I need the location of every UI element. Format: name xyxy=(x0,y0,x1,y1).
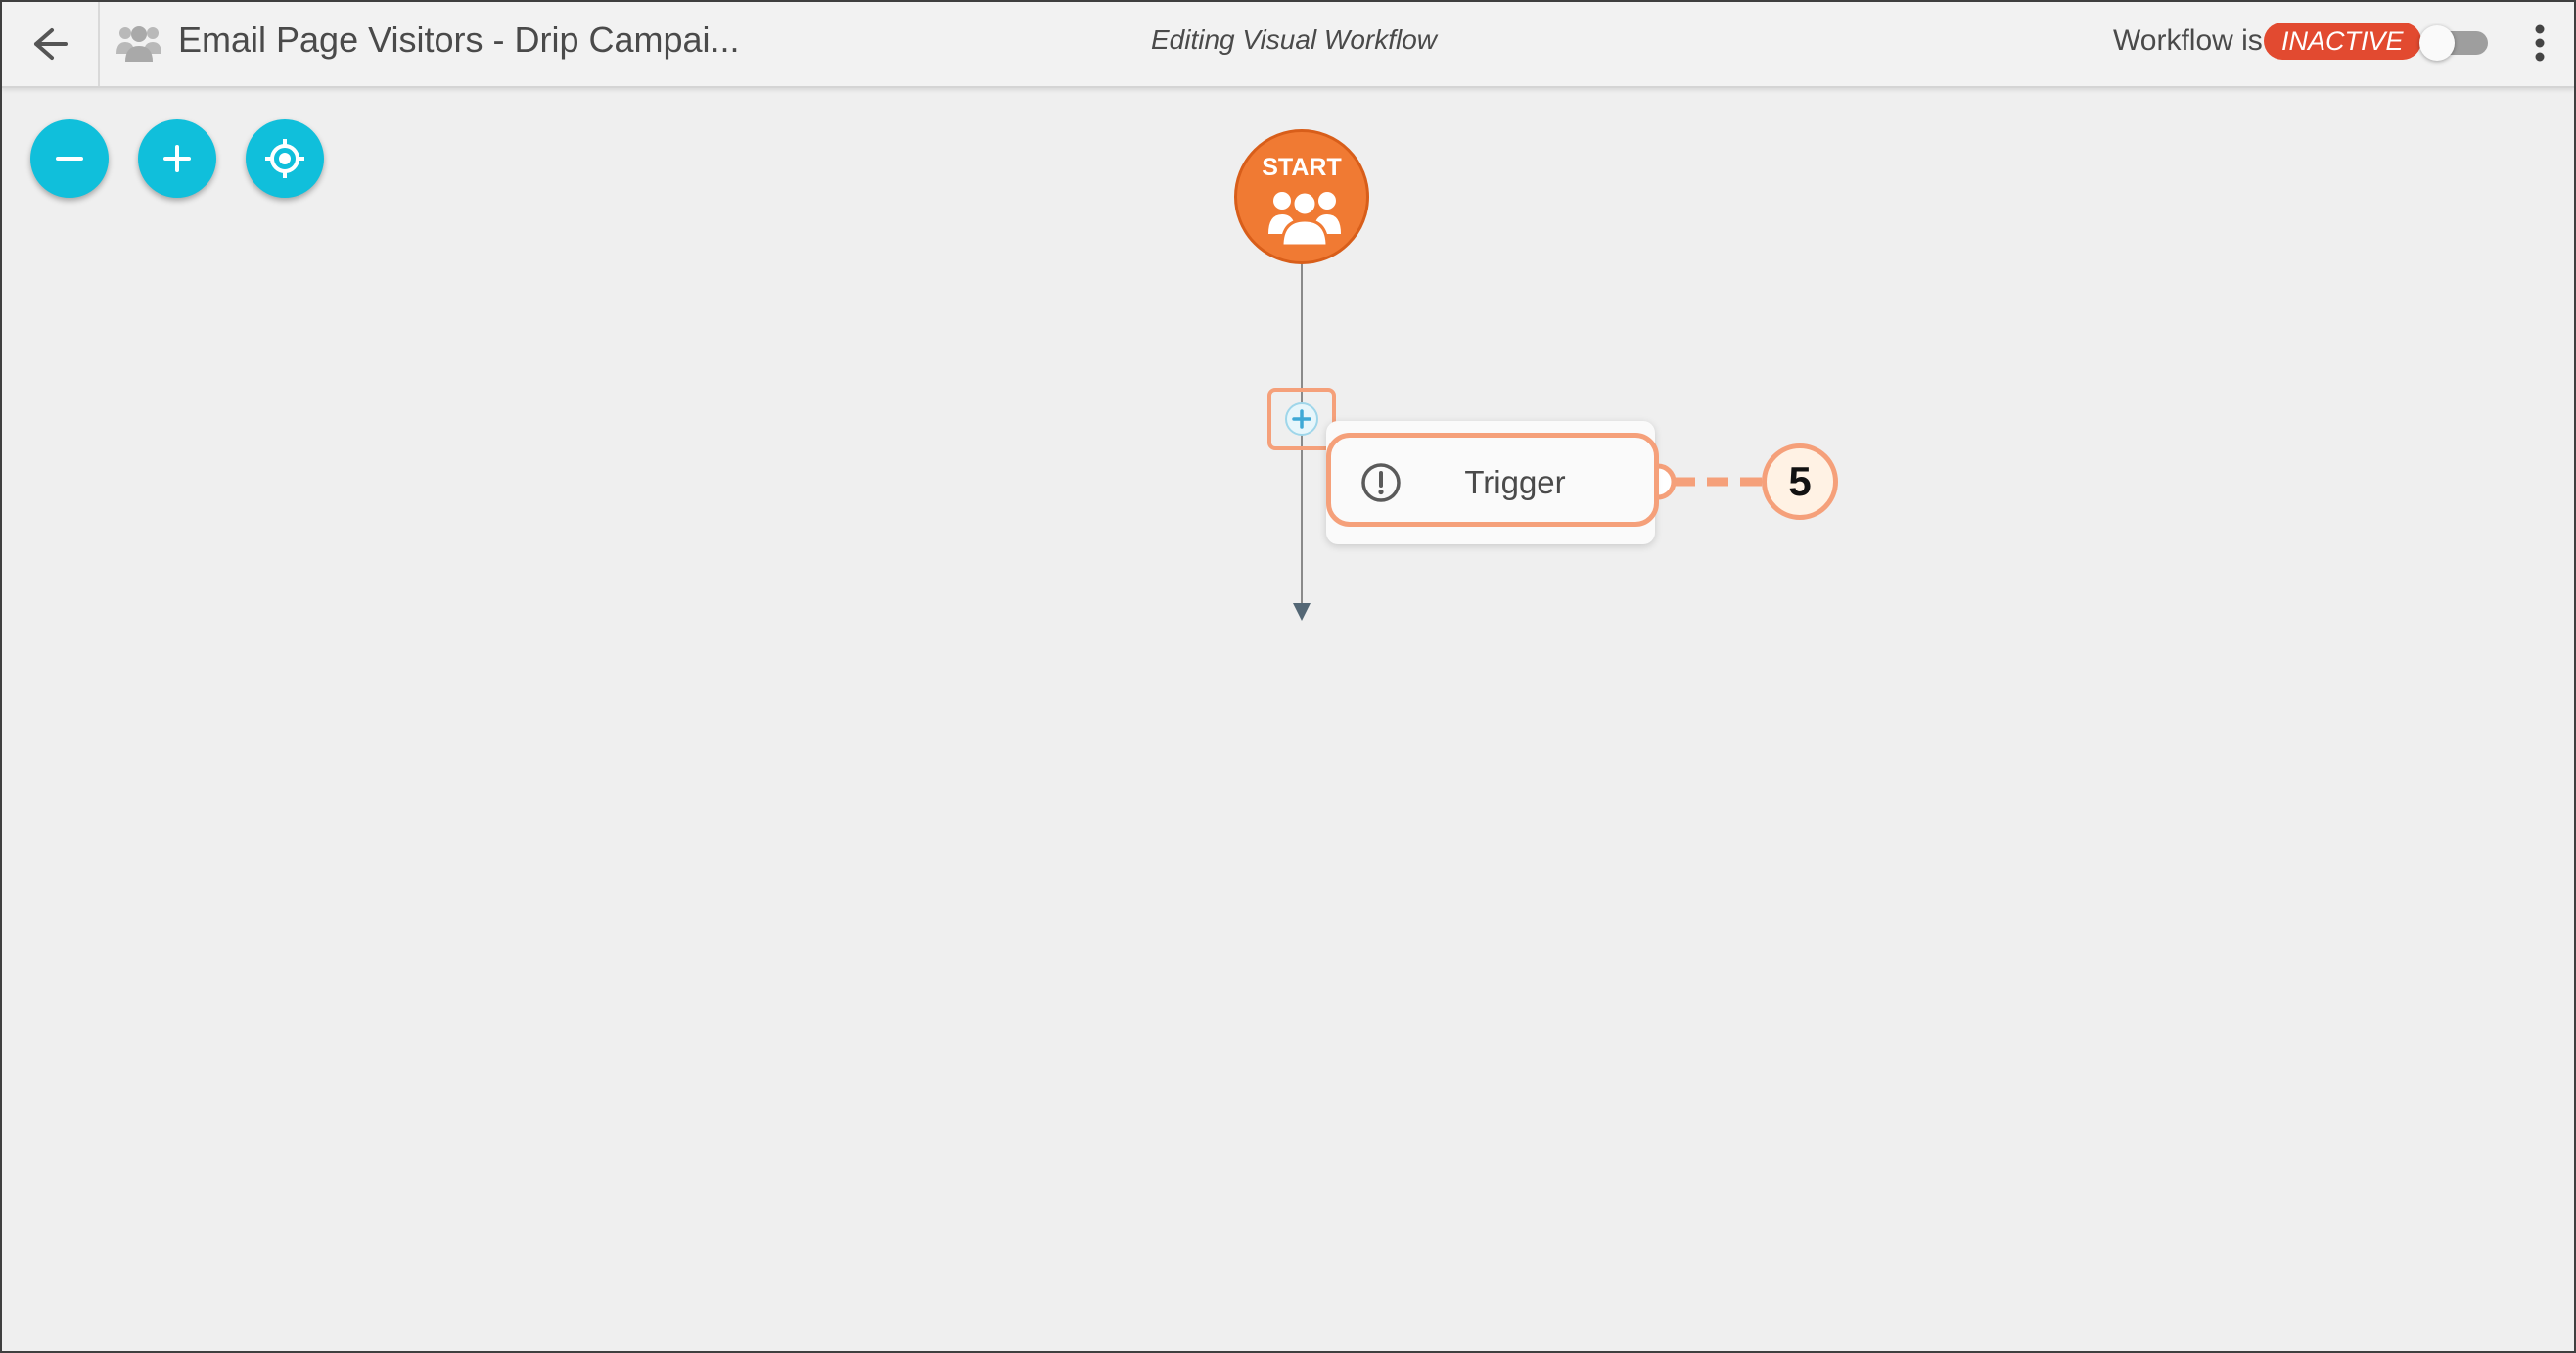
start-node[interactable]: START xyxy=(1234,129,1369,264)
plus-icon xyxy=(1292,409,1311,429)
editing-mode-label: Editing Visual Workflow xyxy=(1150,24,1438,55)
status-badge: INACTIVE xyxy=(2264,23,2421,60)
toggle-knob xyxy=(2419,25,2455,61)
workflow-editor: Email Page Visitors - Drip Campai... Edi… xyxy=(0,0,2576,1353)
users-group-icon xyxy=(116,26,161,62)
step-callout-badge: 5 xyxy=(1762,443,1838,520)
more-options-button[interactable] xyxy=(2525,20,2554,69)
crosshair-icon xyxy=(265,139,304,178)
workflow-status-label: Workflow is xyxy=(2113,24,2263,57)
plus-icon xyxy=(163,145,191,172)
workflow-title: Email Page Visitors - Drip Campai... xyxy=(178,20,740,60)
top-bar: Email Page Visitors - Drip Campai... Edi… xyxy=(2,2,2574,88)
add-step-button[interactable] xyxy=(1285,402,1318,436)
zoom-in-button[interactable] xyxy=(138,119,216,198)
exclamation-circle-icon xyxy=(1361,463,1401,502)
vertical-dots-icon xyxy=(2535,24,2545,62)
trigger-label: Trigger xyxy=(1464,464,1566,500)
minus-icon xyxy=(56,157,83,161)
arrow-down-icon xyxy=(1293,603,1311,621)
center-view-button[interactable] xyxy=(246,119,324,198)
start-label: START xyxy=(1262,154,1342,181)
arrow-left-icon xyxy=(34,28,68,60)
users-group-icon xyxy=(1268,190,1341,248)
workflow-active-toggle[interactable] xyxy=(2419,25,2492,61)
back-button[interactable] xyxy=(2,2,100,86)
zoom-out-button[interactable] xyxy=(30,119,109,198)
